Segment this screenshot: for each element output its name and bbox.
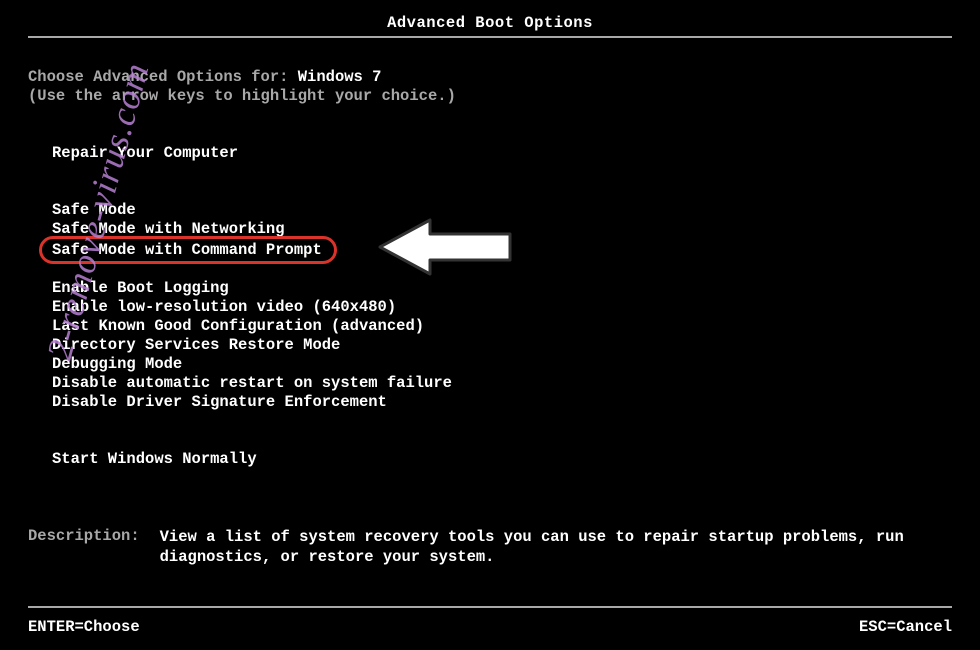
- description-row: Description: View a list of system recov…: [28, 527, 952, 567]
- option-boot-logging[interactable]: Enable Boot Logging: [52, 279, 229, 298]
- option-safe-mode[interactable]: Safe Mode: [52, 201, 136, 220]
- option-start-normally[interactable]: Start Windows Normally: [28, 450, 257, 469]
- divider-bottom: [28, 606, 952, 608]
- option-repair-computer[interactable]: Repair Your Computer: [28, 144, 238, 163]
- page-title: Advanced Boot Options: [0, 0, 980, 36]
- footer-bar: ENTER=Choose ESC=Cancel: [28, 618, 952, 636]
- option-ds-restore-mode[interactable]: Directory Services Restore Mode: [52, 336, 340, 355]
- description-text: View a list of system recovery tools you…: [160, 527, 952, 567]
- option-safe-mode-cmd[interactable]: Safe Mode with Command Prompt: [52, 241, 322, 260]
- footer-esc: ESC=Cancel: [859, 618, 952, 636]
- arrow-hint: (Use the arrow keys to highlight your ch…: [28, 87, 952, 106]
- description-label: Description:: [28, 527, 140, 567]
- option-disable-auto-restart[interactable]: Disable automatic restart on system fail…: [52, 374, 452, 393]
- option-disable-driver-sig[interactable]: Disable Driver Signature Enforcement: [52, 393, 387, 412]
- footer-enter: ENTER=Choose: [28, 618, 140, 636]
- os-name: Windows 7: [298, 68, 382, 86]
- choose-line: Choose Advanced Options for: Windows 7: [28, 68, 952, 87]
- choose-prefix: Choose Advanced Options for:: [28, 68, 298, 86]
- option-debugging-mode[interactable]: Debugging Mode: [52, 355, 182, 374]
- content-area: Choose Advanced Options for: Windows 7 (…: [0, 38, 980, 567]
- option-last-known-good[interactable]: Last Known Good Configuration (advanced): [52, 317, 424, 336]
- option-low-res-video[interactable]: Enable low-resolution video (640x480): [52, 298, 396, 317]
- highlight-ring: Safe Mode with Command Prompt: [39, 236, 337, 265]
